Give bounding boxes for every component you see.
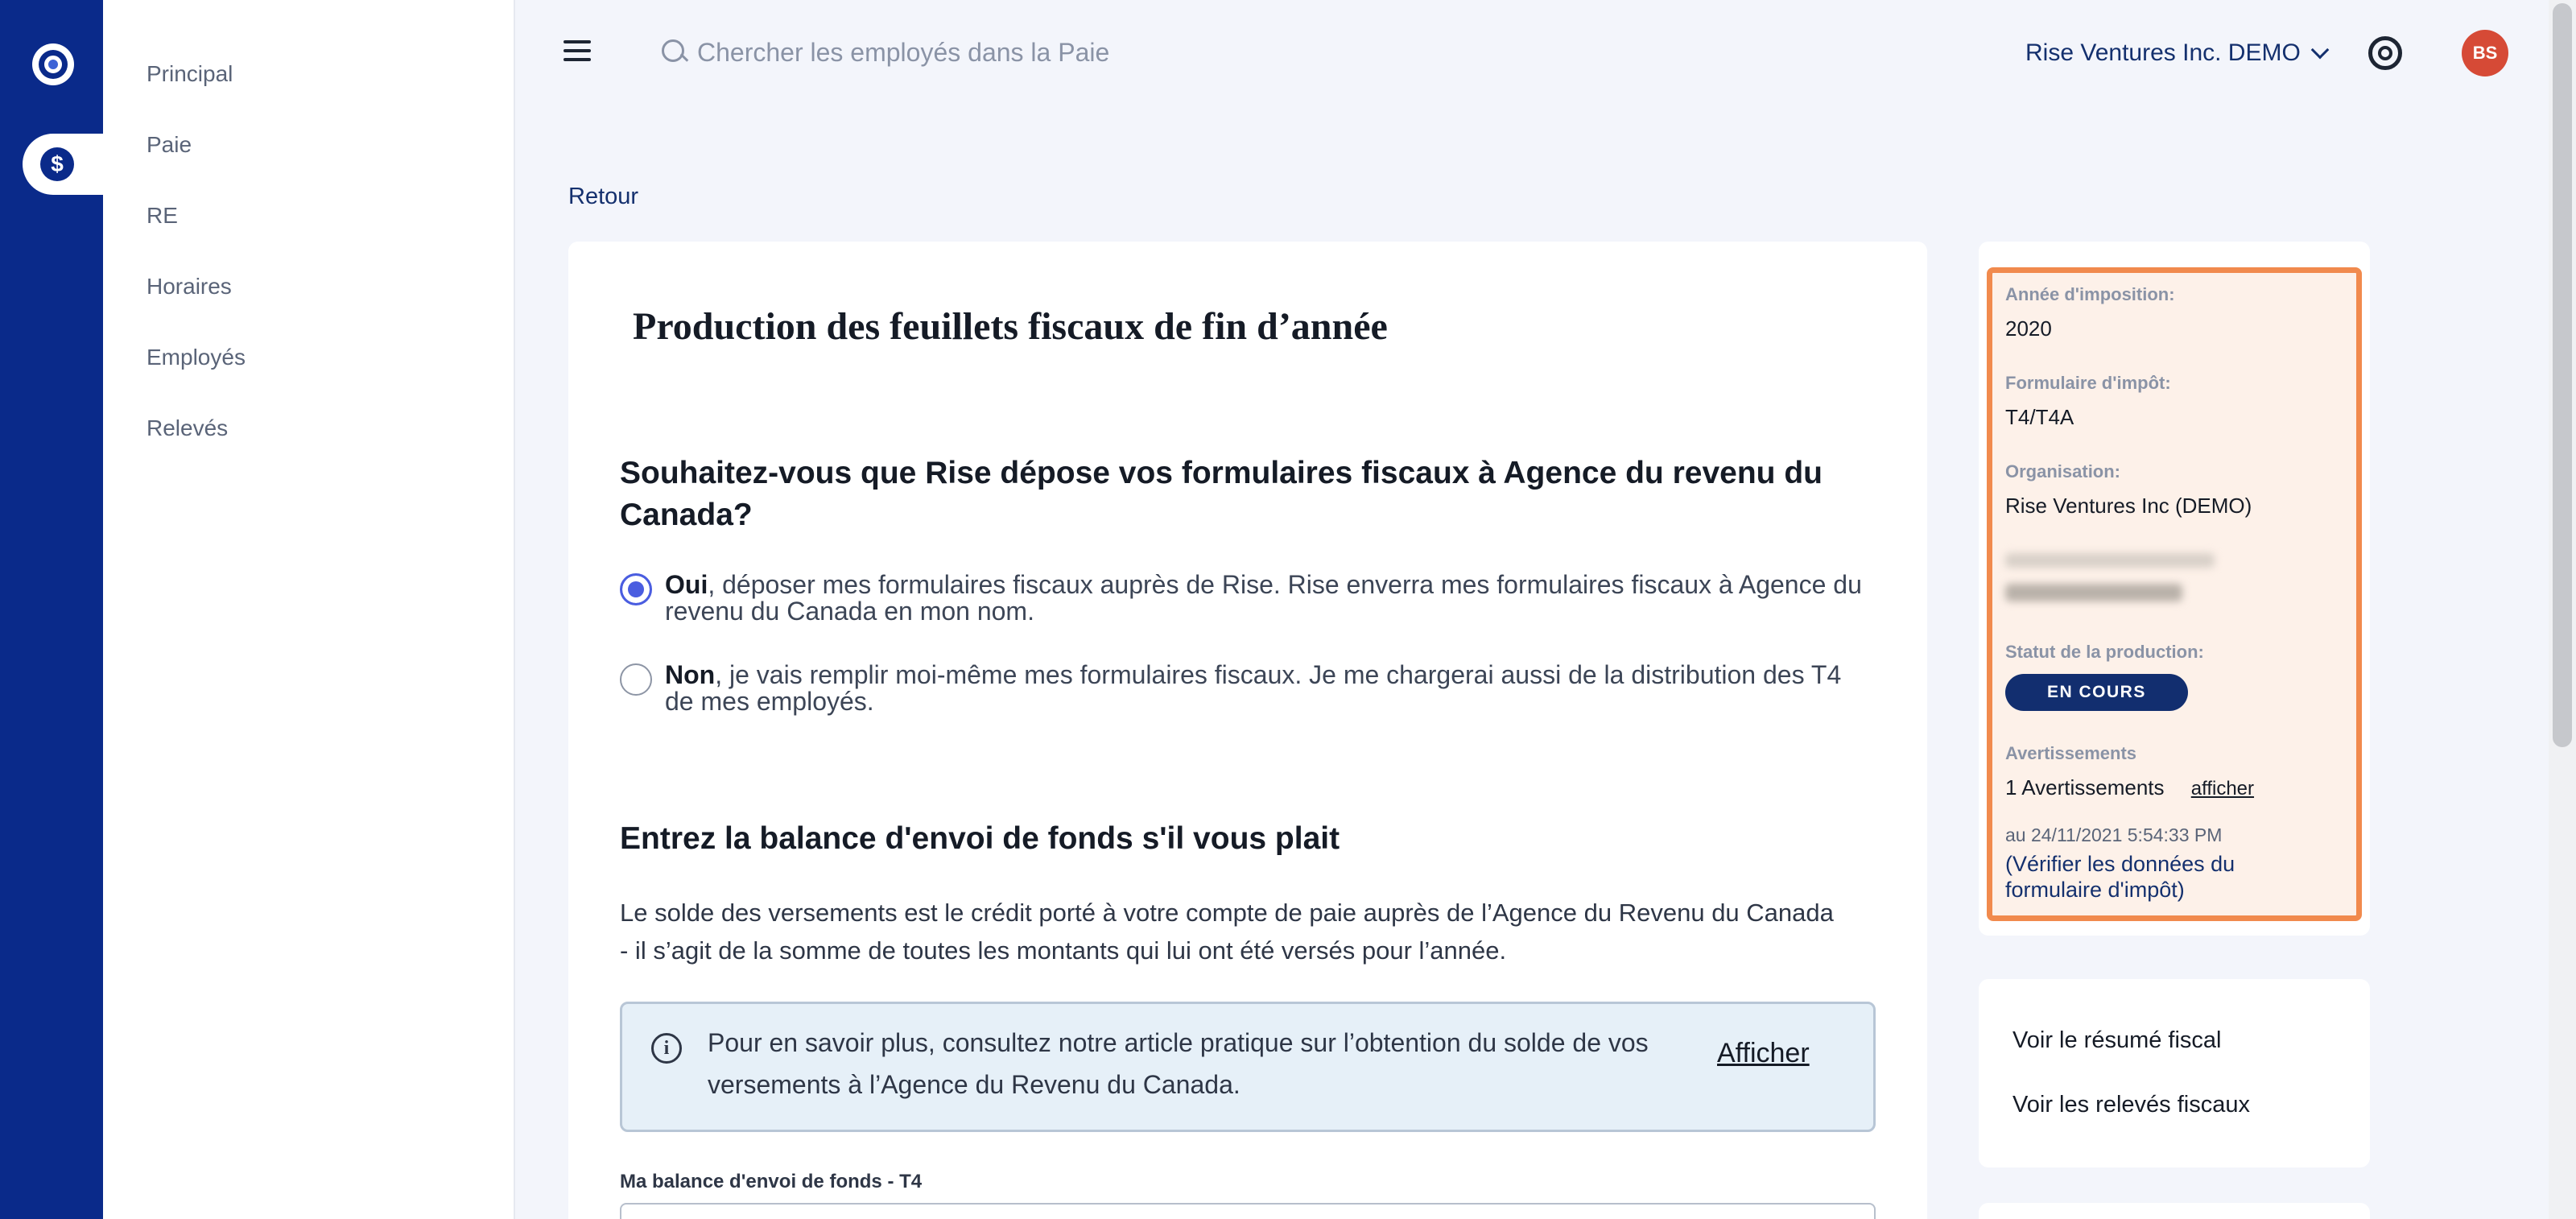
app-logo-icon[interactable] xyxy=(32,43,74,85)
filing-status-panel: Année d'imposition: 2020 Formulaire d'im… xyxy=(1987,267,2362,921)
radio-no[interactable] xyxy=(620,663,652,696)
dollar-icon: $ xyxy=(40,147,74,181)
organization-switcher[interactable]: Rise Ventures Inc. DEMO xyxy=(2025,35,2330,71)
info-text: Pour en savoir plus, consultez notre art… xyxy=(708,1028,1649,1099)
option-yes-text: Oui, déposer mes formulaires fiscaux aup… xyxy=(665,570,1862,626)
balance-input[interactable] xyxy=(620,1203,1876,1219)
search-icon xyxy=(662,39,687,65)
balance-field-label: Ma balance d'envoi de fonds - T4 xyxy=(620,1171,923,1192)
main-card: Production des feuillets fiscaux de fin … xyxy=(568,242,1927,1219)
option-no-text: Non, je vais remplir moi-même mes formul… xyxy=(665,660,1842,716)
avatar[interactable]: BS xyxy=(2462,30,2508,76)
tax-year-value: 2020 xyxy=(2005,316,2052,341)
payroll-rail-tab[interactable]: $ xyxy=(23,134,103,195)
warnings-count: 1 Avertissements xyxy=(2005,775,2165,800)
view-tax-slips-link[interactable]: Voir les relevés fiscaux xyxy=(2013,1092,2370,1156)
redacted-field xyxy=(2005,553,2356,642)
menu-icon[interactable] xyxy=(564,40,591,61)
tax-form-value: T4/T4A xyxy=(2005,405,2074,429)
info-show-link[interactable]: Afficher xyxy=(1717,1038,1810,1069)
filing-status-label: Statut de la production: xyxy=(2005,642,2204,662)
warnings-label: Avertissements xyxy=(2005,743,2137,763)
as-of-timestamp: au 24/11/2021 5:54:33 PM xyxy=(2005,824,2223,845)
status-badge: EN COURS xyxy=(2005,674,2188,711)
balance-heading: Entrez la balance d'envoi de fonds s'il … xyxy=(620,821,1340,856)
show-warnings-link[interactable]: afficher xyxy=(2191,778,2254,800)
warnings-row: 1 Avertissements afficher xyxy=(2005,775,2356,800)
view-tax-summary-link[interactable]: Voir le résumé fiscal xyxy=(2013,1027,2370,1092)
app-rail: $ xyxy=(0,0,103,1219)
sidebar-item-paie[interactable]: Paie xyxy=(103,127,514,198)
page-title: Production des feuillets fiscaux de fin … xyxy=(633,305,1388,348)
verify-data-row: (Vérifier les données du formulaire d'im… xyxy=(2005,852,2235,902)
sidebar-item-employes[interactable]: Employés xyxy=(103,340,514,411)
sidebar-item-horaires[interactable]: Horaires xyxy=(103,269,514,340)
organization-value: Rise Ventures Inc (DEMO) xyxy=(2005,494,2252,518)
filing-question: Souhaitez-vous que Rise dépose vos formu… xyxy=(620,456,1823,532)
filing-status-card: Année d'imposition: 2020 Formulaire d'im… xyxy=(1979,242,2370,936)
back-link[interactable]: Retour xyxy=(568,184,638,210)
additional-card xyxy=(1979,1203,2370,1219)
sidebar-item-principal[interactable]: Principal xyxy=(103,56,514,127)
top-bar: Rise Ventures Inc. DEMO BS xyxy=(517,0,2552,105)
chevron-down-icon xyxy=(2310,40,2330,60)
organization-name: Rise Ventures Inc. DEMO xyxy=(2025,39,2301,66)
search-bar xyxy=(662,32,1386,72)
info-icon: i xyxy=(651,1033,682,1064)
scrollbar-thumb[interactable] xyxy=(2553,3,2572,747)
info-callout: i Pour en savoir plus, consultez notre a… xyxy=(620,1002,1876,1132)
sidebar-item-re[interactable]: RE xyxy=(103,198,514,269)
help-icon[interactable] xyxy=(2368,36,2402,70)
option-no[interactable]: Non, je vais remplir moi-même mes formul… xyxy=(620,662,1876,715)
tax-links-card: Voir le résumé fiscal Voir les relevés f… xyxy=(1979,979,2370,1167)
sidebar-item-releves[interactable]: Relevés xyxy=(103,411,514,481)
organization-label: Organisation: xyxy=(2005,461,2121,481)
radio-yes[interactable] xyxy=(620,573,652,605)
verify-tax-form-link[interactable]: Vérifier les données du formulaire d'imp… xyxy=(2005,852,2235,902)
tax-form-label: Formulaire d'impôt: xyxy=(2005,373,2171,393)
balance-description: Le solde des versements est le crédit po… xyxy=(620,899,1834,965)
sidebar-nav: Principal Paie RE Horaires Employés Rele… xyxy=(103,0,515,1219)
option-yes[interactable]: Oui, déposer mes formulaires fiscaux aup… xyxy=(620,572,1876,625)
tax-year-label: Année d'imposition: xyxy=(2005,284,2175,304)
search-input[interactable] xyxy=(697,37,1357,68)
